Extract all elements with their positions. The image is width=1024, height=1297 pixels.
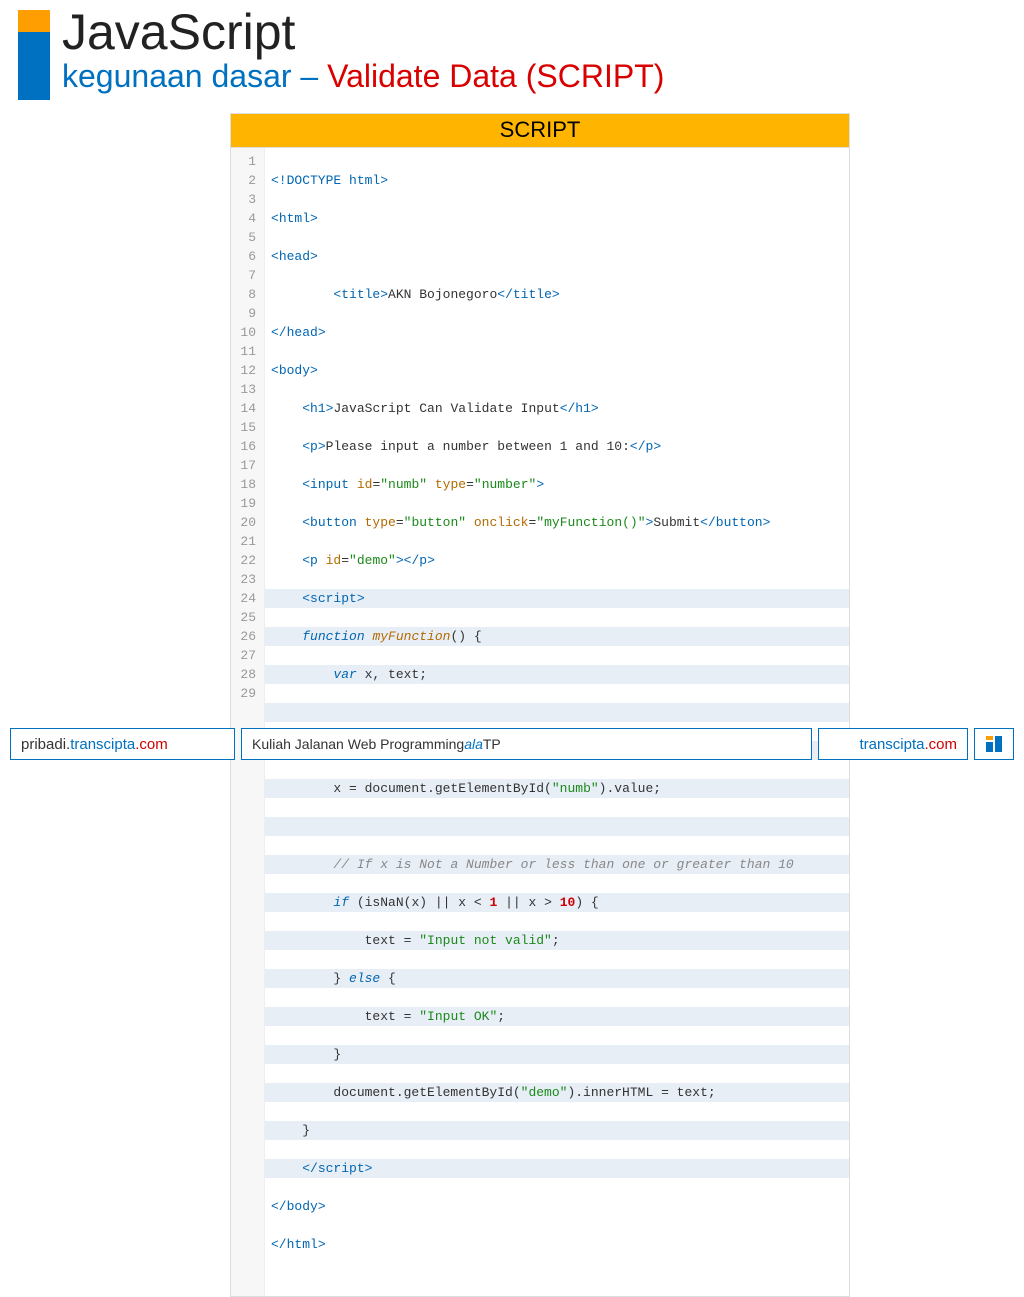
subtitle-prefix: kegunaan dasar – — [62, 58, 327, 94]
accent-top — [18, 10, 50, 32]
code-panel: SCRIPT 123456789101112131415161718192021… — [230, 113, 850, 1297]
footer-logo — [974, 728, 1014, 760]
footer: pribadi.transcipta.com Kuliah Jalanan We… — [10, 728, 1014, 760]
line-gutter: 1234567891011121314151617181920212223242… — [231, 148, 265, 1296]
title-block: JavaScript kegunaan dasar – Validate Dat… — [62, 6, 664, 94]
page-subtitle: kegunaan dasar – Validate Data (SCRIPT) — [62, 59, 664, 94]
footer-right-brand: transcipta.com — [818, 728, 968, 760]
footer-tagline: Kuliah Jalanan Web Programming ala TP — [241, 728, 812, 760]
code-content: <!DOCTYPE html> <html> <head> <title>AKN… — [265, 148, 849, 1296]
code-body: 1234567891011121314151617181920212223242… — [231, 148, 849, 1296]
subtitle-highlight: Validate Data (SCRIPT) — [327, 58, 664, 94]
footer-left-brand: pribadi.transcipta.com — [10, 728, 235, 760]
code-panel-label: SCRIPT — [231, 114, 849, 148]
transcipta-logo-icon — [983, 733, 1005, 755]
page-title: JavaScript — [62, 6, 664, 59]
